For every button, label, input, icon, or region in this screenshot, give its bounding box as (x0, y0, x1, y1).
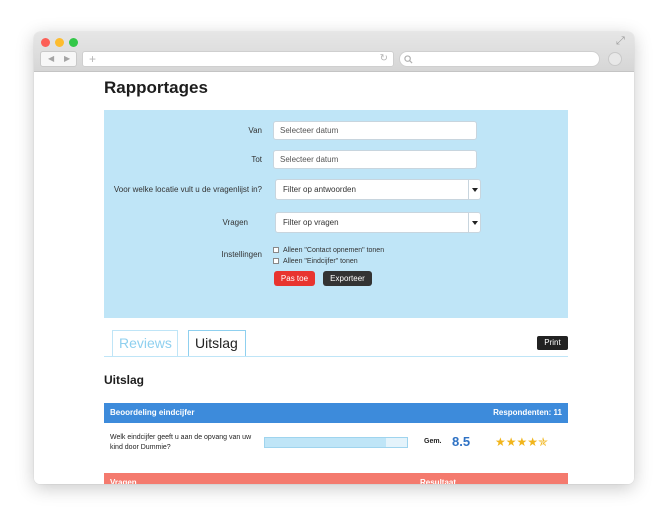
filter-panel: Van Selecteer datum Tot Selecteer datum … (104, 110, 568, 318)
tot-date-input[interactable]: Selecteer datum (273, 150, 477, 169)
new-tab-icon[interactable]: + (89, 52, 96, 66)
browser-window: ⤢ ◀ ▶ + ↻ Rapportages Van Selecteer datu… (34, 32, 634, 484)
fullscreen-icon[interactable]: ⤢ (616, 35, 628, 47)
vragen-select[interactable]: Filter op vragen (275, 212, 481, 233)
average-label: Gem. (424, 438, 442, 445)
contact-option-label: Alleen "Contact opnemen" tonen (283, 247, 385, 254)
close-window-icon[interactable] (41, 38, 50, 47)
tabs-divider (104, 356, 568, 357)
back-arrow-icon[interactable]: ◀ (48, 54, 54, 63)
print-button[interactable]: Print (537, 336, 568, 350)
result-header-2-left: Vragen (110, 478, 137, 484)
score-progress-fill (265, 438, 386, 447)
average-score: 8.5 (452, 434, 471, 449)
result-header: Beoordeling eindcijfer Respondenten: 11 (104, 403, 568, 423)
section-title: Uitslag (104, 373, 145, 387)
star-rating: ★★★★✯ (495, 435, 549, 449)
history-nav: ◀ ▶ (40, 51, 77, 67)
page-content: Rapportages Van Selecteer datum Tot Sele… (34, 72, 634, 484)
result-header-title: Beoordeling eindcijfer (110, 408, 195, 417)
contact-option[interactable]: Alleen "Contact opnemen" tonen (273, 246, 384, 255)
contact-checkbox[interactable] (273, 247, 279, 253)
result-header-2-right: Resultaat (420, 478, 457, 484)
eindcijfer-option-label: Alleen "Eindcijfer" tonen (283, 258, 358, 265)
question-text: Welk eindcijfer geeft u aan de opvang va… (110, 434, 252, 451)
locatie-label: Voor welke locatie vult u de vragenlijst… (113, 185, 262, 194)
locatie-select[interactable]: Filter op antwoorden (275, 179, 481, 200)
maximize-window-icon[interactable] (69, 38, 78, 47)
instellingen-label: Instellingen (221, 250, 262, 259)
eindcijfer-option[interactable]: Alleen "Eindcijfer" tonen (273, 257, 358, 266)
browser-search-input[interactable] (399, 51, 600, 67)
minimize-window-icon[interactable] (55, 38, 64, 47)
result-header-2: Vragen Resultaat (104, 473, 568, 484)
profile-button[interactable] (608, 52, 622, 66)
eindcijfer-checkbox[interactable] (273, 258, 279, 264)
van-label: Van (248, 126, 262, 135)
chevron-down-icon (468, 180, 480, 199)
vragen-select-value: Filter op vragen (283, 218, 339, 227)
tab-reviews[interactable]: Reviews (112, 330, 178, 357)
respondents-count: Respondenten: 11 (493, 408, 562, 417)
export-button[interactable]: Exporteer (323, 271, 372, 286)
score-progress-bar (264, 437, 408, 448)
page-title: Rapportages (104, 78, 208, 97)
vragen-label: Vragen (222, 218, 249, 227)
browser-titlebar: ⤢ ◀ ▶ + ↻ (34, 32, 634, 72)
tot-label: Tot (251, 155, 262, 164)
reload-icon[interactable]: ↻ (380, 52, 388, 66)
locatie-select-value: Filter op antwoorden (283, 185, 356, 194)
apply-button[interactable]: Pas toe (274, 271, 315, 286)
van-date-input[interactable]: Selecteer datum (273, 121, 477, 140)
tab-uitslag[interactable]: Uitslag (188, 330, 246, 357)
address-bar[interactable]: + ↻ (82, 51, 394, 67)
forward-arrow-icon[interactable]: ▶ (64, 54, 70, 63)
chevron-down-icon (468, 213, 480, 232)
search-icon (404, 55, 413, 64)
